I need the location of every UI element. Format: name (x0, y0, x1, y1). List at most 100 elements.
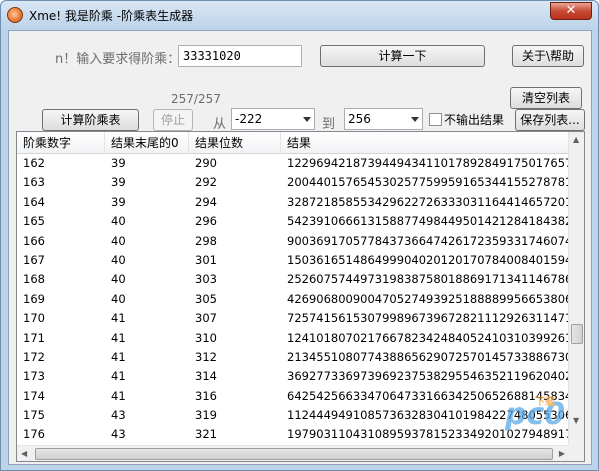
cell-result: 1503616514864999040201201707840084015944… (287, 252, 569, 267)
table-row[interactable]: 168 40 303 25260757449731983875801886917134… (17, 270, 569, 289)
about-help-button[interactable]: 关于\帮助 (512, 45, 584, 67)
cell-number: 163 (23, 175, 45, 190)
cell-number: 175 (23, 408, 45, 423)
watermark-sub: 下载 (535, 397, 555, 408)
from-combo[interactable]: -222 (231, 108, 315, 130)
table-row[interactable]: 166 40 298 90036917057784373664742617235933… (17, 232, 569, 251)
vertical-scroll-thumb[interactable] (571, 324, 583, 344)
close-button[interactable]: ✕ (550, 2, 592, 20)
factorial-table[interactable]: 阶乘数字 结果末尾的0 结果位数 结果 162 39 290 122969421873… (16, 131, 585, 462)
to-combo[interactable]: 256 (344, 108, 423, 130)
cell-trailing-zeros: 39 (111, 156, 126, 170)
table-row[interactable]: 164 39 294 32872185855342962272633303116441… (17, 193, 569, 212)
cell-number: 170 (23, 311, 45, 326)
cell-number: 168 (23, 272, 45, 287)
table-row[interactable]: 173 41 314 36927733697396923753829554635211… (17, 367, 569, 386)
cell-trailing-zeros: 41 (111, 369, 126, 384)
cell-number: 166 (23, 233, 45, 248)
to-label: 到 (322, 117, 336, 132)
app-logo-icon (7, 7, 23, 23)
vertical-scrollbar[interactable]: ▲ ▼ (568, 132, 584, 445)
horizontal-scroll-thumb[interactable] (35, 448, 553, 460)
cell-trailing-zeros: 40 (111, 291, 126, 306)
cell-number: 169 (23, 291, 45, 306)
cell-digits: 290 (195, 156, 217, 170)
table-row[interactable]: 171 41 310 12410180702176678234248405241031… (17, 329, 569, 348)
scroll-left-icon[interactable]: ◀ (21, 446, 27, 461)
to-value: 256 (348, 112, 371, 126)
table-row[interactable]: 169 40 305 42690680090047052749392518888995… (17, 290, 569, 309)
cell-digits: 319 (195, 408, 217, 423)
no-output-label: 不输出结果 (444, 113, 505, 127)
cell-trailing-zeros: 41 (111, 349, 126, 364)
title-bar[interactable]: Xme! 我是阶乘 -阶乘表生成器 ✕ (1, 1, 598, 29)
chevron-down-icon[interactable] (303, 117, 311, 122)
table-row[interactable]: 162 39 290 12296942187394494341101789284917… (17, 154, 569, 173)
cell-digits: 321 (195, 427, 217, 442)
column-header-result[interactable]: 结果 (281, 132, 569, 154)
cell-result: 3692773369739692375382955463521196204029… (287, 369, 569, 384)
table-row[interactable]: 176 43 321 19790311043108959378152334920102… (17, 425, 569, 444)
watermark-logo: 下载 pc0 (505, 397, 565, 432)
table-row[interactable]: 170 41 307 72574156153079989673967282111292… (17, 309, 569, 328)
cell-result: 5423910666131588774984495014212841843821… (287, 214, 569, 229)
cell-digits: 294 (195, 194, 217, 209)
column-header-trailing-zeros[interactable]: 结果末尾的0 (105, 132, 189, 154)
table-row[interactable]: 165 40 296 54239106661315887749844950142128… (17, 212, 569, 231)
cell-trailing-zeros: 40 (111, 233, 126, 248)
cell-number: 165 (23, 214, 45, 229)
window-title: Xme! 我是阶乘 -阶乘表生成器 (29, 9, 194, 23)
scroll-down-icon[interactable]: ▼ (573, 413, 579, 429)
cell-result: 1241018070217667823424840524103103992616… (287, 330, 569, 345)
column-header-number[interactable]: 阶乘数字 (17, 132, 105, 154)
cell-result: 2004401576545302577599591653441552787812… (287, 175, 569, 190)
cell-trailing-zeros: 40 (111, 272, 126, 287)
column-header-digits[interactable]: 结果位数 (189, 132, 281, 154)
chevron-down-icon[interactable] (411, 117, 419, 122)
cell-result: 9003691705778437366474261723593317460743… (287, 233, 569, 248)
cell-result: 4269068009004705274939251888899566538068… (287, 291, 569, 306)
cell-result: 1229694218739449434110178928491750176572… (287, 156, 569, 170)
table-row[interactable]: 163 39 292 20044015765453025775995916534415… (17, 173, 569, 192)
cell-number: 167 (23, 252, 45, 267)
cell-result: 7257415615307998967396728211129263114716… (287, 311, 569, 326)
cell-trailing-zeros: 43 (111, 427, 126, 442)
calculate-button[interactable]: 计算一下 (320, 45, 485, 67)
cell-number: 164 (23, 194, 45, 209)
cell-digits: 296 (195, 214, 217, 229)
no-output-checkbox[interactable] (429, 113, 442, 126)
cell-number: 174 (23, 388, 45, 403)
cell-trailing-zeros: 41 (111, 388, 126, 403)
calc-factorial-table-button[interactable]: 计算阶乘表 (42, 109, 139, 131)
horizontal-scrollbar[interactable]: ◀ ▶ (17, 445, 569, 461)
cell-number: 162 (23, 156, 45, 170)
stop-button[interactable]: 停止 (153, 109, 193, 131)
save-list-button[interactable]: 保存列表... (515, 109, 585, 131)
cell-trailing-zeros: 39 (111, 175, 126, 190)
scroll-up-icon[interactable]: ▲ (573, 132, 579, 148)
cell-number: 173 (23, 369, 45, 384)
scroll-corner (568, 445, 584, 461)
table-row[interactable]: 172 41 312 21345510807743886562907257014573… (17, 348, 569, 367)
cell-digits: 303 (195, 272, 217, 287)
scroll-right-icon[interactable]: ▶ (559, 446, 565, 461)
cell-result: 2134551080774388656290725701457338867300… (287, 349, 569, 364)
cell-digits: 298 (195, 233, 217, 248)
cell-trailing-zeros: 41 (111, 330, 126, 345)
cell-trailing-zeros: 40 (111, 252, 126, 267)
table-row[interactable]: 174 41 316 64254256633470647331663425065268… (17, 387, 569, 406)
cell-trailing-zeros: 40 (111, 214, 126, 229)
clear-list-button[interactable]: 清空列表 (510, 87, 582, 109)
from-label: 从 (213, 117, 227, 132)
cell-digits: 314 (195, 369, 217, 384)
table-header: 阶乘数字 结果末尾的0 结果位数 结果 (17, 132, 569, 154)
cell-digits: 310 (195, 330, 217, 345)
n-input[interactable]: 33331020 (178, 45, 302, 67)
table-row[interactable]: 167 40 301 15036165148649990402012017078400… (17, 251, 569, 270)
table-body: 162 39 290 12296942187394494341101789284917… (17, 154, 569, 444)
cell-digits: 312 (195, 349, 217, 364)
table-row[interactable]: 175 43 319 11244494910857363283041019842274… (17, 406, 569, 425)
cell-result: 3287218585534296227263330311644146572013… (287, 194, 569, 209)
cell-trailing-zeros: 41 (111, 311, 126, 326)
app-window: Xme! 我是阶乘 -阶乘表生成器 ✕ n！输入要求得阶乘： 33331020 … (0, 0, 599, 471)
